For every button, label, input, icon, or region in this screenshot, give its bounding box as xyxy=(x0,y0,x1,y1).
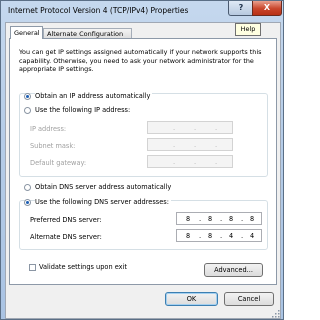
obtain-dns-auto-radio[interactable] xyxy=(24,184,31,191)
alternate-dns-label: Alternate DNS server: xyxy=(30,233,102,241)
alternate-dns-field[interactable]: 8. 8. 4. 4 xyxy=(176,229,262,242)
subnet-mask-label: Subnet mask: xyxy=(30,142,76,150)
preferred-dns-label: Preferred DNS server: xyxy=(30,216,102,224)
tab-general[interactable]: General xyxy=(10,26,43,39)
advanced-button[interactable]: Advanced... xyxy=(204,263,263,277)
cancel-button[interactable]: Cancel xyxy=(224,292,274,306)
obtain-ip-auto-label[interactable]: Obtain an IP address automatically xyxy=(35,92,153,100)
use-dns-manual-radio[interactable] xyxy=(24,199,31,206)
help-tooltip: Help xyxy=(235,23,261,36)
use-ip-manual-label[interactable]: Use the following IP address: xyxy=(35,106,130,114)
validate-settings-checkbox[interactable] xyxy=(29,264,36,271)
use-ip-manual-radio[interactable] xyxy=(24,107,31,114)
default-gateway-label: Default gateway: xyxy=(30,159,87,167)
ok-button[interactable]: OK xyxy=(165,292,218,306)
dns-server-group xyxy=(19,200,268,250)
ip-address-field: ... xyxy=(147,121,233,134)
dialog-window: Internet Protocol Version 4 (TCP/IPv4) P… xyxy=(0,0,284,320)
obtain-ip-auto-radio[interactable] xyxy=(24,93,31,100)
close-button[interactable]: X xyxy=(252,1,282,16)
resize-grip-icon[interactable] xyxy=(271,309,281,319)
obtain-dns-auto-label[interactable]: Obtain DNS server address automatically xyxy=(35,183,171,191)
subnet-mask-field: ... xyxy=(147,138,233,151)
validate-settings-label[interactable]: Validate settings upon exit xyxy=(39,263,127,271)
window-title: Internet Protocol Version 4 (TCP/IPv4) P… xyxy=(8,6,189,15)
preferred-dns-field[interactable]: 8. 8. 8. 8 xyxy=(176,212,262,225)
default-gateway-field: ... xyxy=(147,155,233,168)
description-text: You can get IP settings assigned automat… xyxy=(19,48,262,73)
use-dns-manual-label[interactable]: Use the following DNS server addresses: xyxy=(35,198,171,206)
ip-address-label: IP address: xyxy=(30,125,67,133)
help-button[interactable]: ? xyxy=(228,1,254,16)
